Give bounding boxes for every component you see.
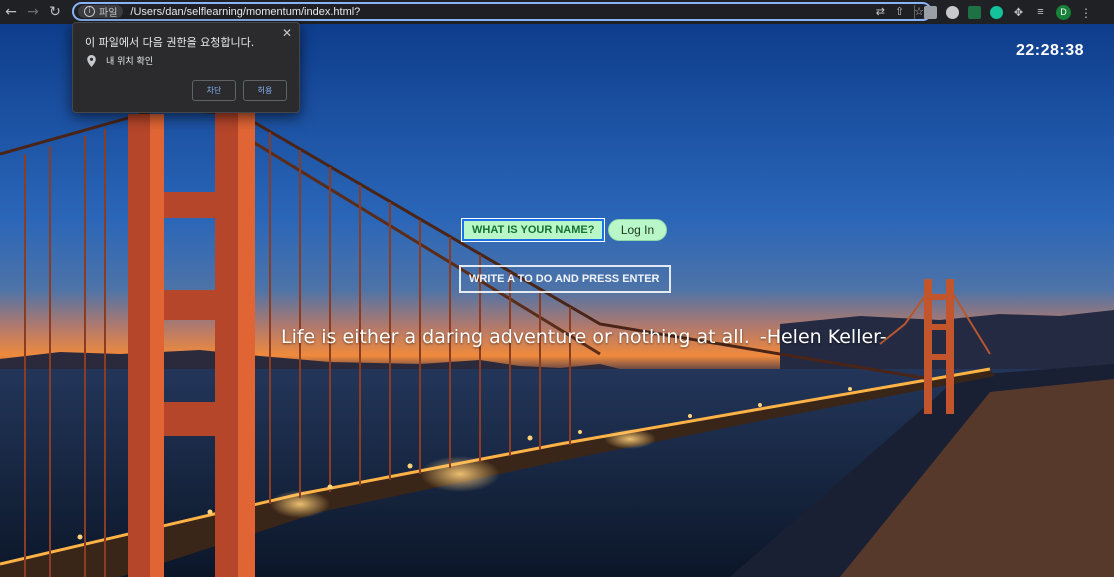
extension-excel-icon[interactable] [968,5,981,19]
location-permission-popup: 이 파일에서 다음 권한을 요청합니다. ✕ 내 위치 확인 차단 허용 [72,22,300,113]
extension-gray-icon[interactable] [924,5,937,19]
url-text[interactable]: /Users/dan/selflearning/momentum/index.h… [130,6,360,18]
block-button[interactable]: 차단 [192,80,236,101]
close-icon[interactable]: ✕ [282,26,292,40]
todo-input[interactable] [459,265,671,293]
info-icon: i [84,6,95,17]
permission-row: 내 위치 확인 [87,54,153,67]
clock: 22:28:38 [1016,42,1085,59]
quote-text: Life is either a daring adventure or not… [281,326,750,348]
share-icon[interactable]: ⇧ [895,5,904,18]
reload-icon[interactable]: ↻ [44,0,66,24]
login-button[interactable]: Log In [608,219,667,241]
reading-list-icon[interactable]: ≡ [1034,6,1047,19]
translate-icon[interactable]: ⇄ [876,5,885,18]
extension-circle-icon[interactable] [946,5,959,19]
permission-label: 내 위치 확인 [106,57,154,67]
browser-toolbar: ← → ↻ i 파일 /Users/dan/selflearning/momen… [0,0,1114,24]
profile-avatar[interactable]: D [1056,4,1071,20]
extensions-puzzle-icon[interactable]: ✥ [1012,6,1025,19]
quote: Life is either a daring adventure or not… [281,326,887,348]
name-input[interactable] [461,218,605,242]
extensions-area: ✥ ≡ D ⋮ [914,0,1114,24]
back-icon[interactable]: ← [0,0,22,24]
popup-title: 이 파일에서 다음 권한을 요청합니다. [85,36,255,49]
quote-author: -Helen Keller- [759,326,887,348]
site-info-chip[interactable]: i 파일 [78,5,124,19]
allow-button[interactable]: 허용 [243,80,287,101]
menu-kebab-icon[interactable]: ⋮ [1080,6,1092,20]
forward-icon[interactable]: → [22,0,44,24]
address-bar[interactable]: i 파일 /Users/dan/selflearning/momentum/in… [72,2,932,21]
extension-grammarly-icon[interactable] [990,5,1003,19]
toolbar-divider [914,5,915,19]
location-pin-icon [87,54,96,67]
site-chip-label: 파일 [99,8,118,19]
